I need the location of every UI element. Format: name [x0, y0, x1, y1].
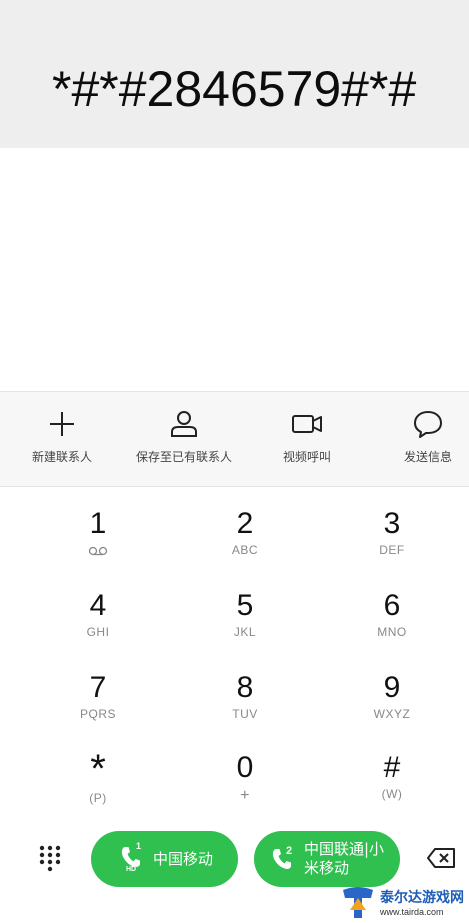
key-letters: WXYZ	[373, 707, 411, 721]
voicemail-icon	[88, 546, 108, 556]
dialpad-icon	[39, 845, 61, 872]
key-digit: 6	[383, 589, 401, 622]
carrier-label-group: 中国联通|小 米移动	[304, 840, 384, 878]
key-letters: (W)	[381, 787, 403, 801]
key-letters: PQRS	[79, 707, 116, 721]
key-2[interactable]: 2 ABC	[195, 487, 295, 565]
key-letters: JKL	[233, 625, 257, 639]
phone-icon: 1 HD	[121, 841, 147, 874]
key-5[interactable]: 5 JKL	[195, 569, 295, 647]
person-icon	[171, 411, 197, 437]
sim-slot-badge: 1	[136, 841, 142, 851]
key-letters: ABC	[231, 543, 259, 557]
action-label: 视频呼叫	[282, 450, 331, 464]
call-sim2-button[interactable]: 2 中国联通|小 米移动	[254, 831, 400, 887]
action-label: 新建联系人	[31, 450, 92, 464]
dialed-number[interactable]: *#*#2846579#*#	[52, 60, 416, 118]
key-digit: 3	[383, 507, 401, 540]
sim-slot-badge: 2	[286, 845, 293, 857]
key-digit: 0	[236, 751, 254, 784]
key-letters: DEF	[379, 543, 405, 557]
video-call-button[interactable]: 视频呼叫	[242, 408, 372, 465]
key-letters: +	[240, 787, 250, 804]
save-to-existing-contact-button[interactable]: 保存至已有联系人	[119, 408, 249, 465]
backspace-icon	[427, 848, 455, 868]
backspace-button[interactable]	[426, 847, 456, 869]
message-bubble-icon	[414, 411, 442, 438]
key-letters: GHI	[86, 625, 110, 639]
action-row: 新建联系人 保存至已有联系人 视频呼叫 发送信息	[0, 392, 469, 486]
phone-icon: 2	[272, 844, 298, 874]
key-hash[interactable]: # (W)	[342, 731, 442, 809]
action-label: 发送信息	[403, 450, 452, 464]
site-watermark: 泰尔达游戏网 www.tairda.com	[340, 880, 469, 923]
key-digit: 9	[383, 671, 401, 704]
video-camera-icon	[292, 415, 322, 433]
plus-icon	[50, 412, 74, 436]
keypad-toggle-button[interactable]	[36, 843, 64, 875]
carrier-label: 中国移动	[153, 849, 214, 868]
key-0[interactable]: 0 +	[195, 731, 295, 809]
key-letters: TUV	[232, 707, 258, 721]
carrier-label-line2: 米移动	[304, 859, 350, 877]
key-digit: 4	[89, 589, 107, 622]
key-digit: 7	[89, 671, 107, 704]
suggestion-area	[0, 148, 469, 392]
watermark-logo-icon	[343, 886, 373, 918]
dial-keypad: 1 2 ABC 3 DEF 4 GHI 5 JKL 6 MNO 7 PQRS 8…	[0, 487, 469, 823]
key-digit: #	[383, 751, 401, 784]
new-contact-button[interactable]: 新建联系人	[0, 408, 127, 465]
key-6[interactable]: 6 MNO	[342, 569, 442, 647]
action-label: 保存至已有联系人	[135, 450, 232, 464]
key-star[interactable]: * (P)	[48, 731, 148, 809]
dial-display: *#*#2846579#*#	[0, 0, 469, 148]
key-digit: 8	[236, 671, 254, 704]
key-letters: MNO	[377, 625, 407, 639]
key-digit: 2	[236, 507, 254, 540]
key-3[interactable]: 3 DEF	[342, 487, 442, 565]
key-4[interactable]: 4 GHI	[48, 569, 148, 647]
key-7[interactable]: 7 PQRS	[48, 651, 148, 729]
key-digit: 1	[89, 507, 107, 540]
send-message-button[interactable]: 发送信息	[363, 408, 469, 465]
key-digit: *	[90, 747, 106, 791]
carrier-label-line1: 中国联通|小	[304, 840, 385, 858]
hd-badge: HD	[126, 866, 137, 873]
watermark-name: 泰尔达游戏网	[380, 889, 464, 906]
watermark-url: www.tairda.com	[380, 906, 444, 917]
key-9[interactable]: 9 WXYZ	[342, 651, 442, 729]
key-digit: 5	[236, 589, 254, 622]
key-8[interactable]: 8 TUV	[195, 651, 295, 729]
call-sim1-button[interactable]: 1 HD 中国移动	[91, 831, 238, 887]
key-letters: (P)	[89, 791, 107, 805]
key-1[interactable]: 1	[48, 487, 148, 565]
